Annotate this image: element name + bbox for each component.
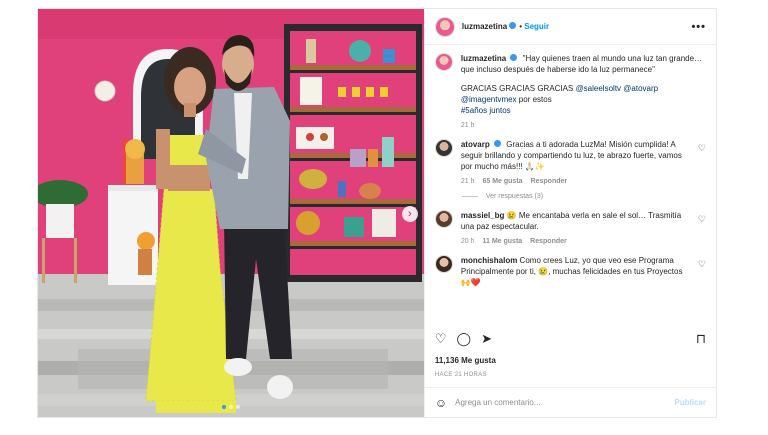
emoji-icon[interactable]: ☺: [435, 396, 447, 410]
mention-link[interactable]: @imagentvmex: [461, 95, 517, 104]
caption-username[interactable]: luzmazetina: [461, 54, 506, 63]
author-avatar[interactable]: [434, 16, 455, 37]
action-bar: ♡ ◯ ➤ ⊓: [435, 331, 706, 347]
caption-thanks: GRACIAS GRACIAS GRACIAS: [460, 84, 574, 93]
share-icon[interactable]: ➤: [481, 331, 492, 347]
verified-icon: [494, 140, 501, 148]
caption-avatar[interactable]: [434, 53, 453, 71]
like-comment-icon[interactable]: ♡: [698, 259, 706, 288]
caption-time: 21 h: [460, 122, 475, 129]
like-icon[interactable]: ♡: [435, 331, 447, 347]
verified-icon: [510, 54, 518, 62]
carousel-dot: [228, 405, 233, 409]
carousel-dot: [221, 405, 226, 409]
likes-count[interactable]: 11,136 Me gusta: [435, 356, 496, 365]
comment-input[interactable]: [455, 398, 667, 407]
comment-likes[interactable]: 65 Me gusta: [482, 176, 522, 187]
comment-icon[interactable]: ◯: [457, 331, 472, 347]
post-comment-button[interactable]: Publicar: [674, 398, 706, 407]
carousel-dots: [38, 405, 424, 409]
add-comment-bar: ☺ Publicar: [424, 387, 716, 417]
post-photo[interactable]: ›: [38, 9, 424, 417]
commenter-username[interactable]: atovarp: [461, 140, 490, 149]
comment-item: massiel_bg 😢 Me encantaba verla en sale …: [434, 210, 706, 247]
reply-button[interactable]: Responder: [531, 176, 568, 187]
commenter-avatar[interactable]: [434, 210, 453, 228]
mention-link[interactable]: @atovarp: [623, 84, 658, 93]
like-comment-icon[interactable]: ♡: [698, 143, 706, 187]
carousel-dot: [235, 405, 240, 409]
photo-image: [38, 9, 424, 417]
comment-time: 20 h: [460, 238, 475, 245]
save-icon[interactable]: ⊓: [696, 331, 706, 347]
comment-item: monchishalom Como crees Luz, yo que veo …: [434, 255, 706, 288]
verified-icon: [509, 22, 517, 29]
hashtag-link[interactable]: #5años juntos: [461, 106, 511, 115]
post-sidebar: luzmazetina • Seguir ••• luzmazetina "Ha…: [423, 9, 716, 417]
commenter-avatar[interactable]: [434, 255, 453, 273]
reply-button[interactable]: Responder: [530, 236, 567, 247]
comments-list: luzmazetina "Hay quienes traen al mundo …: [434, 53, 706, 296]
next-photo-button[interactable]: ›: [401, 206, 418, 222]
more-options-icon[interactable]: •••: [691, 21, 706, 33]
post-header: luzmazetina • Seguir •••: [424, 9, 716, 45]
like-comment-icon[interactable]: ♡: [698, 214, 706, 247]
comment-time: 21 h: [460, 178, 475, 185]
commenter-username[interactable]: monchishalom: [461, 256, 517, 265]
author-username[interactable]: luzmazetina: [462, 22, 507, 31]
commenter-avatar[interactable]: [434, 139, 453, 157]
commenter-username[interactable]: massiel_bg: [461, 211, 505, 220]
post-time-ago: HACE 21 HORAS: [434, 372, 487, 378]
view-replies-label[interactable]: Ver respuestas (3): [486, 193, 543, 200]
caption-text: por estos: [518, 95, 552, 104]
follow-button[interactable]: Seguir: [524, 22, 549, 31]
caption: luzmazetina "Hay quienes traen al mundo …: [434, 53, 706, 131]
post-modal: › luzmazetina • Seguir ••• luzmazetina "…: [37, 8, 717, 418]
comment-item: atovarp Gracias a ti adorada LuzMa! Misi…: [434, 139, 706, 187]
replies-line: [461, 196, 478, 197]
mention-link[interactable]: @saleelsoltv: [576, 84, 621, 93]
comment-likes[interactable]: 11 Me gusta: [482, 236, 522, 247]
view-replies[interactable]: Ver respuestas (3): [461, 193, 706, 200]
